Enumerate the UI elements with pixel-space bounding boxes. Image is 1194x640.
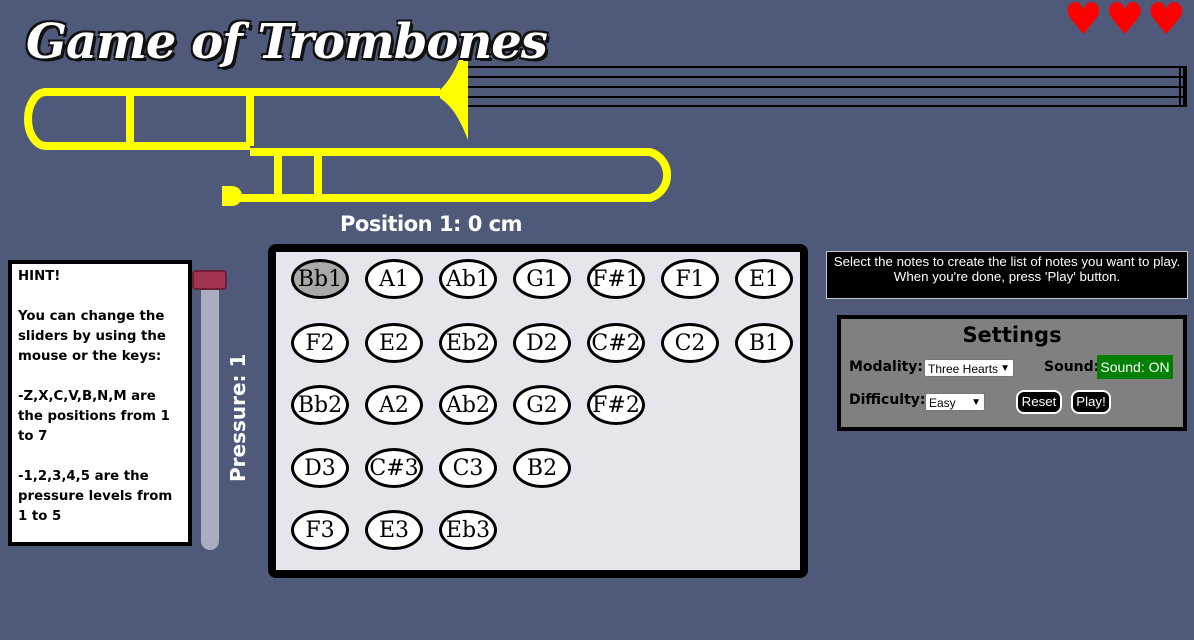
settings-title: Settings [962,323,1062,347]
note-button[interactable]: F#1 [587,259,645,299]
sound-toggle-button[interactable]: Sound: ON [1097,355,1173,379]
heart-icon: ♥ [1063,0,1104,45]
modality-label: Modality: [849,359,924,375]
note-row: Bb2 A2 Ab2 G2 F#2 [291,385,645,425]
note-button[interactable]: Ab2 [439,385,497,425]
pressure-slider-thumb[interactable] [192,270,227,290]
note-button[interactable]: A2 [365,385,423,425]
note-button[interactable]: Bb2 [291,385,349,425]
note-button[interactable]: F#2 [587,385,645,425]
position-label: Position 1: 0 cm [340,212,523,236]
note-row: D3 C#3 C3 B2 [291,448,571,488]
instructions-text: When you're done, press 'Play' button. [893,269,1121,284]
hint-text: You can change the sliders by using the … [18,309,166,364]
note-button[interactable]: G2 [513,385,571,425]
notes-panel: Bb1 A1 Ab1 G1 F#1 F1 E1 F2 E2 Eb2 D2 C#2 C2 B1 Bb2 A2 Ab… [268,244,808,578]
note-button[interactable]: C#2 [587,323,645,363]
note-row: F3 E3 Eb3 [291,510,497,550]
difficulty-value: Easy [929,396,956,410]
hint-heading: HINT! [18,269,61,284]
note-row: Bb1 A1 Ab1 G1 F#1 F1 E1 [291,259,793,299]
note-button[interactable]: E3 [365,510,423,550]
modality-select[interactable]: Three Hearts ▼ [924,359,1014,377]
sound-label: Sound: [1044,359,1100,375]
note-button[interactable]: C2 [661,323,719,363]
play-button[interactable]: Play! [1071,390,1111,414]
music-staff [466,66,1187,107]
note-button[interactable]: B2 [513,448,571,488]
difficulty-select[interactable]: Easy ▼ [925,393,985,411]
note-row: F2 E2 Eb2 D2 C#2 C2 B1 [291,323,793,363]
note-button[interactable]: F2 [291,323,349,363]
hint-box: HINT! You can change the sliders by usin… [8,260,192,546]
note-button[interactable]: F3 [291,510,349,550]
note-button[interactable]: D2 [513,323,571,363]
game-title: Game of Trombones [26,14,548,70]
note-button[interactable]: E1 [735,259,793,299]
note-button[interactable]: B1 [735,323,793,363]
pressure-slider[interactable] [201,280,219,550]
note-button[interactable]: F1 [661,259,719,299]
hint-text: -1,2,3,4,5 are the pressure levels from … [18,469,173,524]
instructions-box: Select the notes to create the list of n… [826,251,1188,299]
heart-icon: ♥ [1105,0,1145,45]
chevron-down-icon: ▼ [971,397,981,408]
note-button[interactable]: C#3 [365,448,423,488]
note-button[interactable]: A1 [365,259,423,299]
settings-panel: Settings Modality: Three Hearts ▼ Sound:… [837,315,1187,431]
chevron-down-icon: ▼ [1000,363,1010,374]
note-button[interactable]: Eb3 [439,510,497,550]
note-button[interactable]: Eb2 [439,323,497,363]
reset-button[interactable]: Reset [1016,390,1062,414]
note-button[interactable]: G1 [513,259,571,299]
heart-icon: ♥ [1146,0,1186,45]
pressure-label: Pressure: 1 [226,353,250,482]
note-button[interactable]: Ab1 [439,259,497,299]
note-button[interactable]: C3 [439,448,497,488]
difficulty-label: Difficulty: [849,392,926,408]
hint-text: -Z,X,C,V,B,N,M are the positions from 1 … [18,389,170,444]
note-button[interactable]: Bb1 [291,259,349,299]
instructions-text: Select the notes to create the list of n… [833,254,1181,269]
note-button[interactable]: D3 [291,448,349,488]
modality-value: Three Hearts [928,362,999,376]
lives-hearts: ♥ ♥ ♥ [1063,0,1186,45]
note-button[interactable]: E2 [365,323,423,363]
